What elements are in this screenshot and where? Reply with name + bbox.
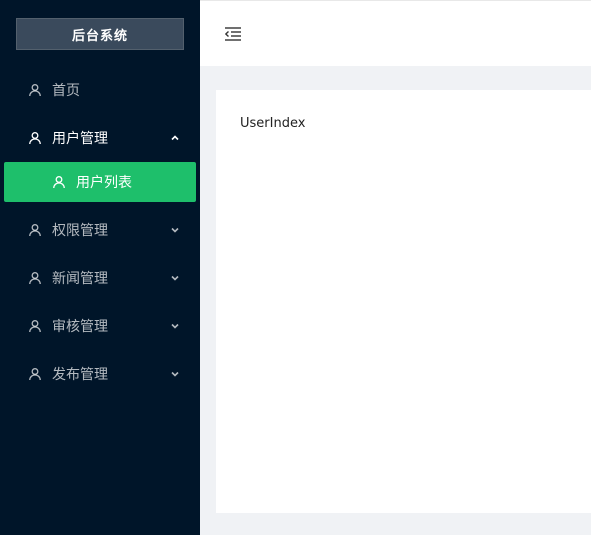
top-header (200, 0, 591, 66)
sidebar: 后台系统 首页 用户管理 用户列表 权限管理 新闻管理 审核管理 发布管理 (0, 0, 200, 535)
chevron-up-icon (170, 133, 180, 143)
user-icon (28, 83, 42, 97)
sidebar-item-home[interactable]: 首页 (0, 66, 200, 114)
chevron-down-icon (170, 225, 180, 235)
main-area: UserIndex (200, 0, 591, 535)
menu-fold-icon[interactable] (224, 26, 242, 42)
sidebar-item-audit-management[interactable]: 审核管理 (0, 302, 200, 350)
chevron-down-icon (170, 321, 180, 331)
sidebar-item-label: 权限管理 (52, 223, 108, 239)
user-icon (28, 319, 42, 333)
sidebar-item-user-management[interactable]: 用户管理 (0, 114, 200, 162)
chevron-down-icon (170, 273, 180, 283)
sidebar-item-label: 发布管理 (52, 367, 108, 383)
sidebar-item-publish-management[interactable]: 发布管理 (0, 350, 200, 398)
user-icon (52, 175, 66, 189)
user-icon (28, 367, 42, 381)
sidebar-subitem-user-list[interactable]: 用户列表 (4, 162, 196, 202)
logo: 后台系统 (16, 18, 184, 50)
content-text: UserIndex (240, 116, 306, 131)
user-icon (28, 131, 42, 145)
content-panel: UserIndex (216, 90, 591, 513)
user-icon (28, 223, 42, 237)
user-icon (28, 271, 42, 285)
sidebar-item-label: 审核管理 (52, 319, 108, 335)
sidebar-subitem-label: 用户列表 (76, 175, 132, 191)
sidebar-menu: 首页 用户管理 用户列表 权限管理 新闻管理 审核管理 发布管理 (0, 66, 200, 398)
sidebar-item-permission-management[interactable]: 权限管理 (0, 206, 200, 254)
sidebar-item-label: 新闻管理 (52, 271, 108, 287)
chevron-down-icon (170, 369, 180, 379)
app-root: 后台系统 首页 用户管理 用户列表 权限管理 新闻管理 审核管理 发布管理 Us… (0, 0, 591, 535)
sidebar-item-label: 首页 (52, 83, 80, 99)
sidebar-item-label: 用户管理 (52, 131, 108, 147)
sidebar-item-news-management[interactable]: 新闻管理 (0, 254, 200, 302)
